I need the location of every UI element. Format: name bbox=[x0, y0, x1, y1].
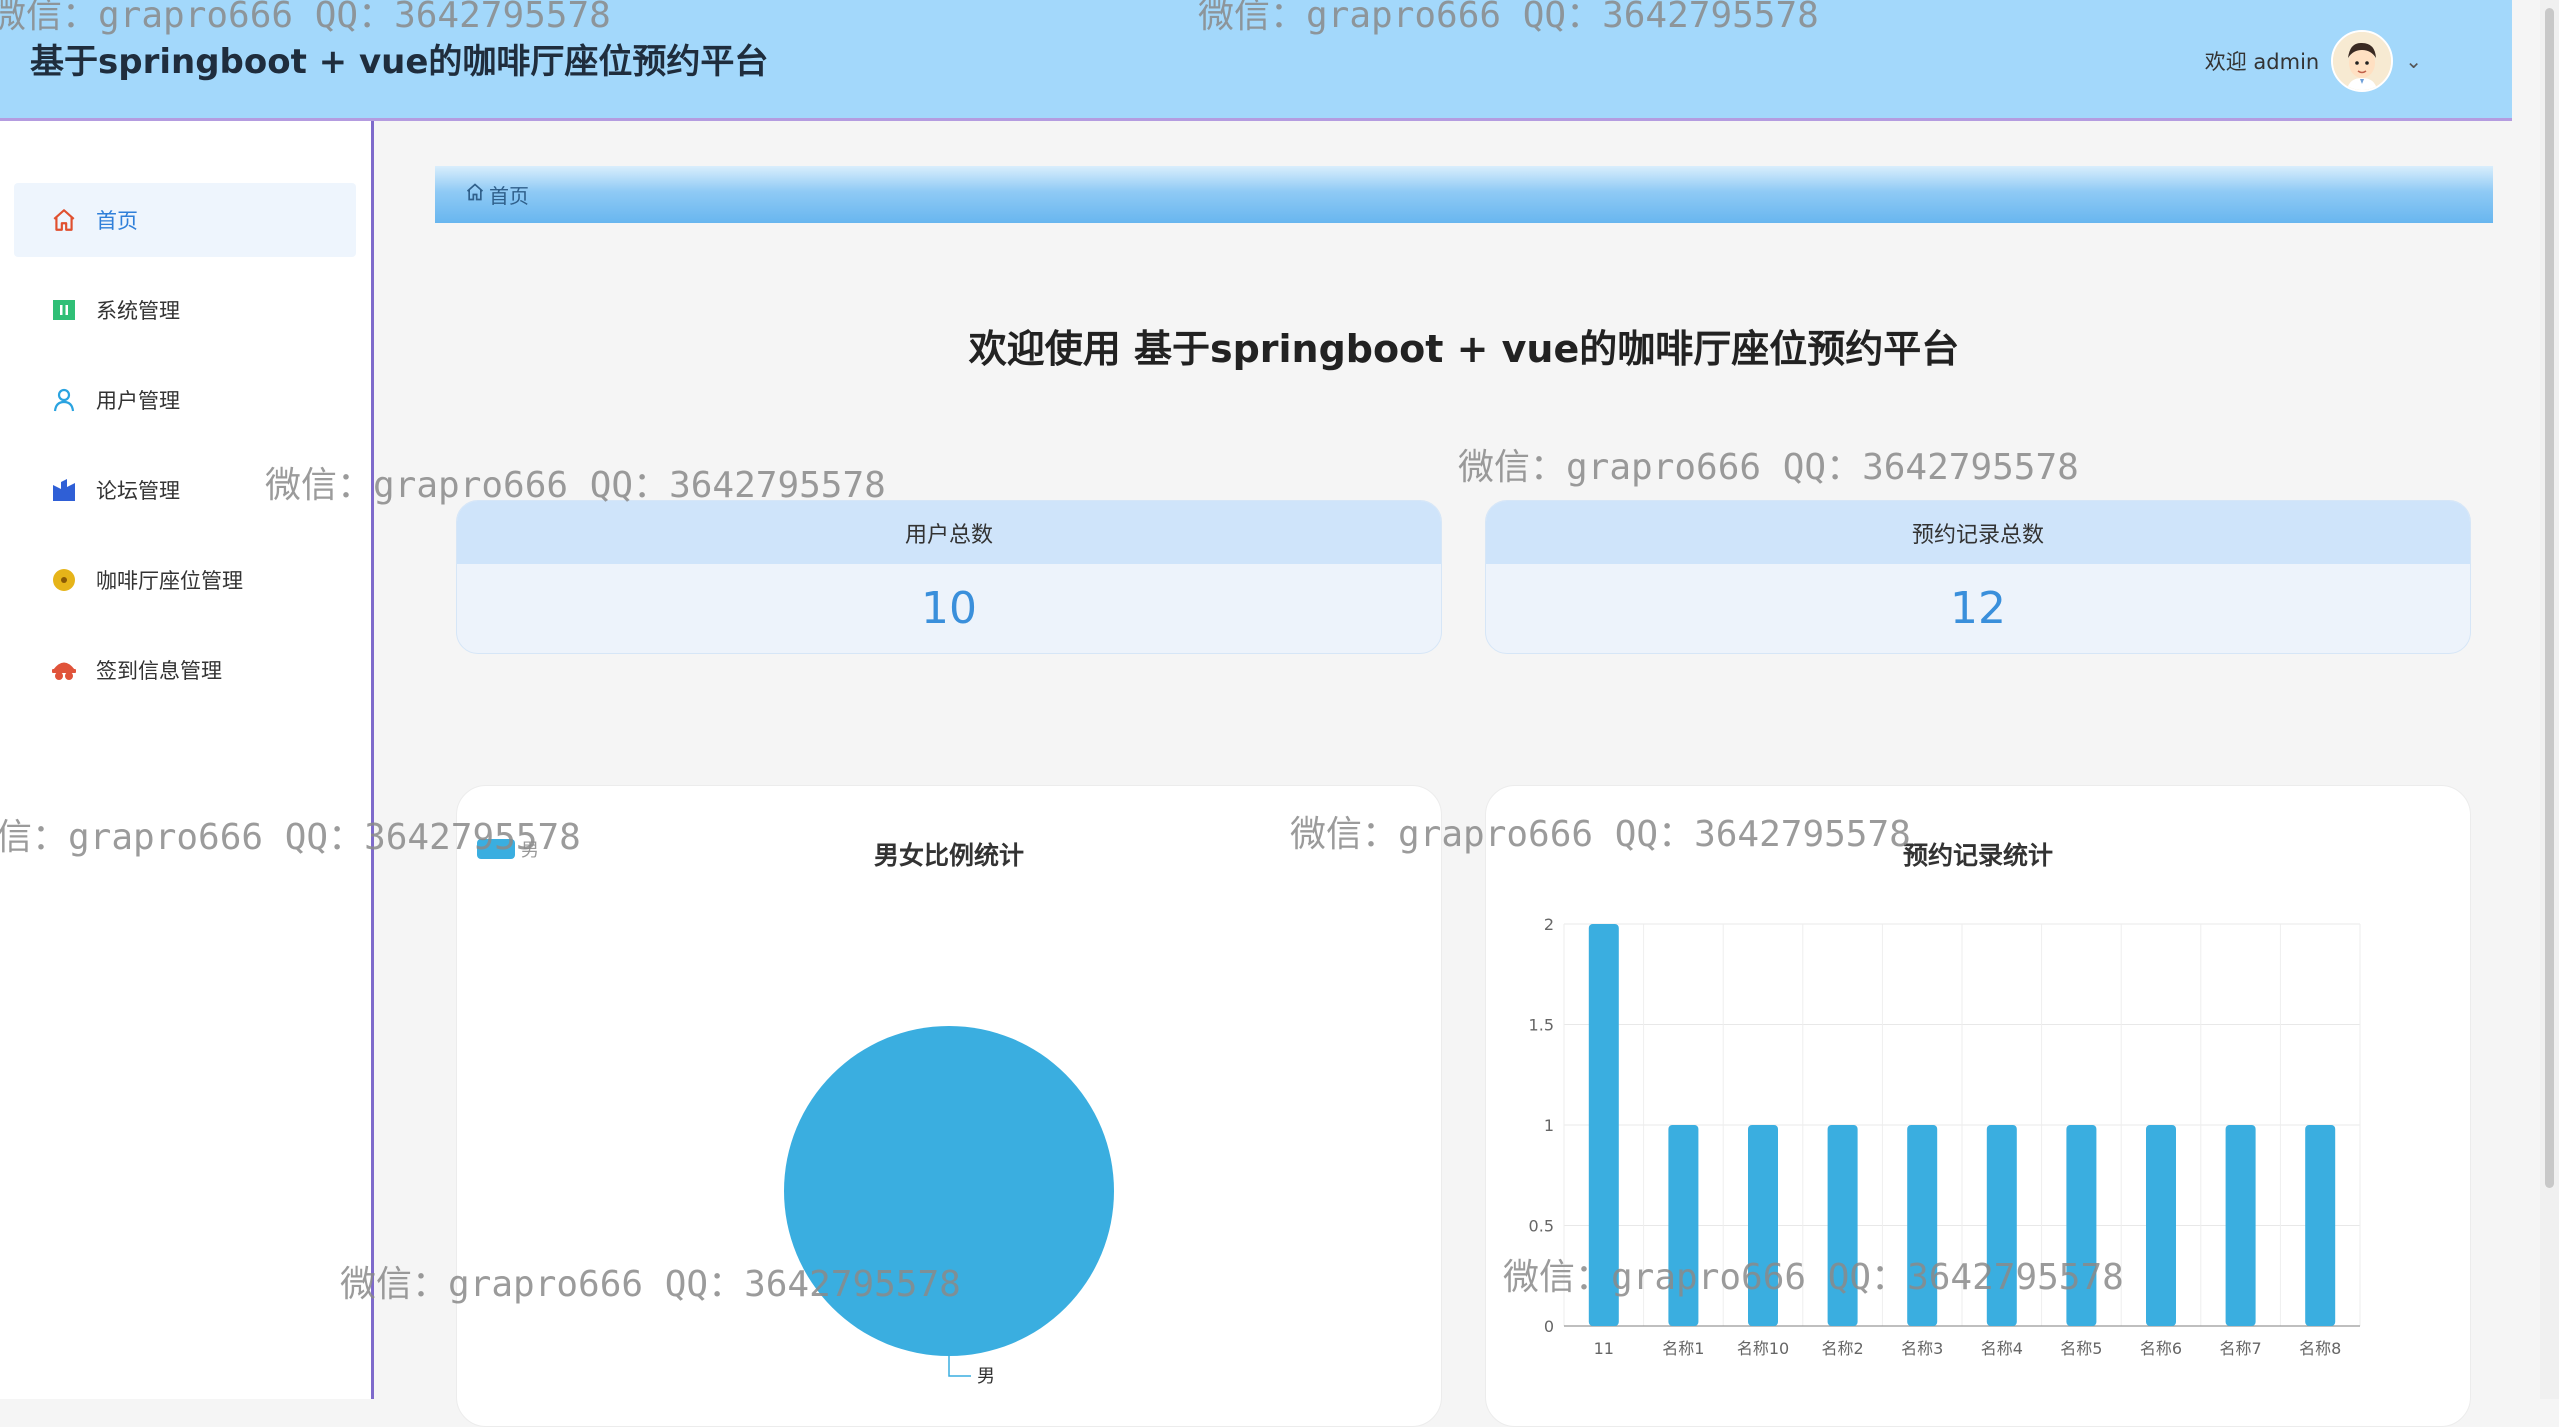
bar bbox=[1588, 924, 1619, 1326]
bar bbox=[2146, 1125, 2176, 1326]
stat-label: 预约记录总数 bbox=[1486, 501, 2470, 564]
bar bbox=[1986, 1125, 2017, 1326]
bar bbox=[1827, 1125, 1858, 1326]
app-title: 基于springboot + vue的咖啡厅座位预约平台 bbox=[30, 42, 769, 82]
x-tick-label: 名称5 bbox=[2060, 1339, 2102, 1358]
stat-value: 10 bbox=[921, 583, 977, 634]
x-tick-label: 名称1 bbox=[1662, 1339, 1704, 1358]
sidebar-item-system[interactable]: 系统管理 bbox=[14, 273, 356, 347]
bar bbox=[1748, 1125, 1778, 1326]
stat-label: 用户总数 bbox=[457, 501, 1441, 564]
stat-card-users: 用户总数 10 bbox=[456, 500, 1442, 654]
x-tick-label: 11 bbox=[1594, 1339, 1614, 1358]
checkin-icon bbox=[50, 656, 78, 684]
x-tick-label: 名称6 bbox=[2140, 1339, 2182, 1358]
bar bbox=[1907, 1125, 1938, 1326]
y-tick-label: 2 bbox=[1544, 915, 1554, 934]
y-tick-label: 1.5 bbox=[1529, 1016, 1554, 1035]
home-icon[interactable] bbox=[465, 182, 485, 207]
page-title: 欢迎使用 基于springboot + vue的咖啡厅座位预约平台 bbox=[968, 327, 1960, 371]
sidebar-item-home[interactable]: 首页 bbox=[14, 183, 356, 257]
sidebar-item-coffee-seats[interactable]: 咖啡厅座位管理 bbox=[14, 543, 356, 617]
sidebar-item-label: 论坛管理 bbox=[96, 479, 180, 503]
bar-chart: 0 0.5 1 1.5 2 11 名称1 名称10 名称2 名称3 名称4 名称5 名称6 名称7 名称8 bbox=[1529, 915, 2361, 1358]
sidebar: 首页 系统管理 用户管理 论坛管理 咖啡厅座位管理 签到信息管理 bbox=[0, 121, 374, 1399]
page-scrollbar[interactable] bbox=[2540, 0, 2559, 1399]
reservation-chart-card: 预约记录统计 0 0.5 1 1.5 2 11 名称1 名称10 名称2 名称3 名称4 名称5 名称6… bbox=[1485, 785, 2471, 1427]
user-icon bbox=[50, 386, 78, 414]
sidebar-item-label: 首页 bbox=[96, 209, 138, 233]
x-tick-label: 名称3 bbox=[1901, 1339, 1943, 1358]
sidebar-item-label: 签到信息管理 bbox=[96, 659, 222, 683]
pie-chart: 男男 bbox=[477, 839, 1114, 1387]
watermark: 微信：grapro666 QQ：3642795578 bbox=[1458, 447, 2079, 488]
x-tick-label: 名称10 bbox=[1737, 1339, 1789, 1358]
bar bbox=[2225, 1125, 2256, 1326]
breadcrumb: 首页 bbox=[435, 166, 2493, 223]
forum-icon bbox=[50, 476, 78, 504]
sidebar-item-checkin[interactable]: 签到信息管理 bbox=[14, 633, 356, 707]
avatar[interactable] bbox=[2331, 30, 2394, 92]
x-tick-label: 名称7 bbox=[2220, 1339, 2262, 1358]
sidebar-item-label: 用户管理 bbox=[96, 389, 180, 413]
bar bbox=[2066, 1125, 2097, 1326]
y-tick-label: 0 bbox=[1544, 1317, 1554, 1336]
top-header: 基于springboot + vue的咖啡厅座位预约平台 欢迎 admin ⌄ bbox=[0, 0, 2512, 121]
stat-value: 12 bbox=[1950, 583, 2006, 634]
breadcrumb-home-link[interactable]: 首页 bbox=[489, 180, 529, 209]
x-tick-label: 名称2 bbox=[1822, 1339, 1864, 1358]
legend-swatch bbox=[477, 839, 515, 859]
home-icon bbox=[50, 206, 78, 234]
y-tick-label: 0.5 bbox=[1529, 1217, 1554, 1236]
sidebar-item-label: 咖啡厅座位管理 bbox=[96, 569, 243, 593]
sidebar-item-users[interactable]: 用户管理 bbox=[14, 363, 356, 437]
x-tick-label: 名称8 bbox=[2299, 1339, 2341, 1358]
legend-label: 男 bbox=[521, 840, 539, 861]
sidebar-item-label: 系统管理 bbox=[96, 299, 180, 323]
pie-slice bbox=[784, 1026, 1114, 1356]
stat-card-reservations: 预约记录总数 12 bbox=[1485, 500, 2471, 654]
x-tick-label: 名称4 bbox=[1981, 1339, 2023, 1358]
bar bbox=[1668, 1125, 1699, 1326]
system-icon bbox=[50, 296, 78, 324]
pie-label-line bbox=[948, 1356, 971, 1377]
pie-label: 男 bbox=[977, 1366, 995, 1387]
bar bbox=[2305, 1125, 2336, 1326]
chevron-down-icon[interactable]: ⌄ bbox=[2405, 49, 2422, 73]
sidebar-item-forum[interactable]: 论坛管理 bbox=[14, 453, 356, 527]
user-menu[interactable]: 欢迎 admin ⌄ bbox=[2205, 30, 2422, 92]
y-tick-label: 1 bbox=[1544, 1116, 1554, 1135]
welcome-text: 欢迎 admin bbox=[2204, 50, 2320, 74]
coffee-seat-icon bbox=[50, 566, 78, 594]
scrollbar-thumb[interactable] bbox=[2545, 8, 2554, 1188]
gender-chart-card: 男女比例统计 男男 bbox=[456, 785, 1442, 1427]
